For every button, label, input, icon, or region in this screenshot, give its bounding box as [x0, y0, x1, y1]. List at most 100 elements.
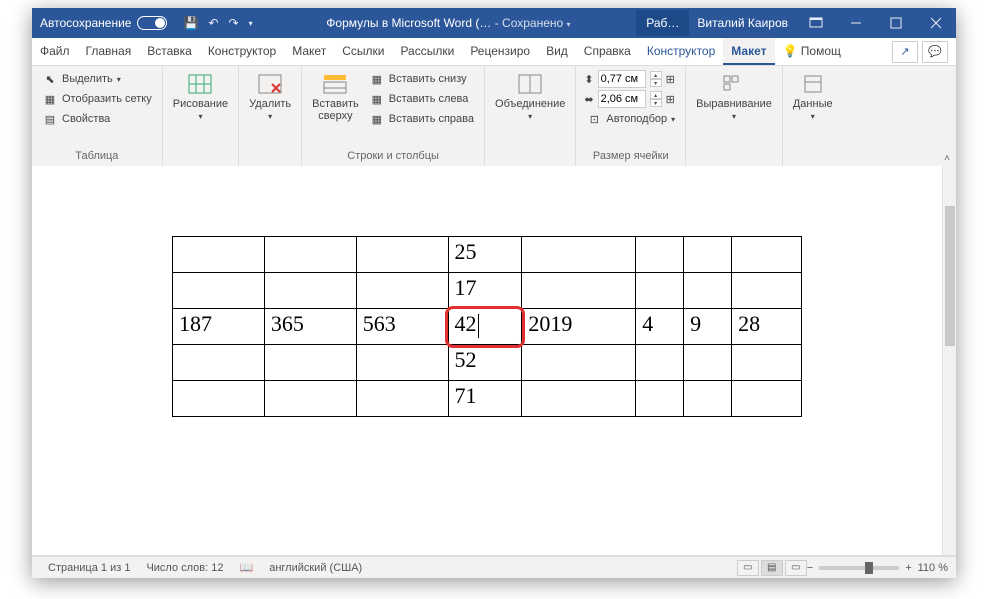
- tab-design[interactable]: Конструктор: [200, 38, 284, 65]
- table-cell[interactable]: [264, 381, 356, 417]
- autofit-button[interactable]: ⊡Автоподбор▾: [584, 110, 677, 128]
- save-icon[interactable]: 💾: [183, 16, 198, 30]
- zoom-slider[interactable]: [819, 566, 899, 570]
- delete-button[interactable]: Удалить▾: [247, 70, 293, 123]
- table-cell[interactable]: [684, 237, 732, 273]
- table-cell[interactable]: [356, 381, 448, 417]
- table-cell[interactable]: 365: [264, 309, 356, 345]
- table-cell[interactable]: [684, 381, 732, 417]
- tab-table-design[interactable]: Конструктор: [639, 38, 723, 65]
- properties-button[interactable]: ▤Свойства: [40, 110, 154, 128]
- table-cell[interactable]: 187: [173, 309, 265, 345]
- col-width-input[interactable]: [598, 90, 646, 108]
- table-cell[interactable]: [684, 273, 732, 309]
- merge-button[interactable]: Объединение▾: [493, 70, 567, 123]
- table-cell[interactable]: 563: [356, 309, 448, 345]
- data-button[interactable]: Данные▾: [791, 70, 835, 123]
- row-height-input[interactable]: [598, 70, 646, 88]
- comments-button[interactable]: 💬: [922, 41, 948, 63]
- table-cell[interactable]: 2019: [522, 309, 636, 345]
- insert-above-button[interactable]: Вставить сверху: [310, 70, 361, 124]
- tab-references[interactable]: Ссылки: [334, 38, 392, 65]
- table-cell[interactable]: [636, 237, 684, 273]
- table-cell[interactable]: [356, 237, 448, 273]
- autosave-toggle[interactable]: Автосохранение: [32, 16, 175, 30]
- table-cell[interactable]: 42: [448, 309, 522, 345]
- undo-icon[interactable]: ↶: [208, 16, 218, 30]
- title-dropdown-icon[interactable]: ▾: [567, 20, 571, 29]
- redo-icon[interactable]: ↷: [229, 16, 239, 30]
- table-cell[interactable]: [173, 345, 265, 381]
- minimize-button[interactable]: [836, 8, 876, 38]
- tab-insert[interactable]: Вставка: [139, 38, 200, 65]
- insert-left-button[interactable]: ▦Вставить слева: [367, 90, 476, 108]
- tab-table-layout[interactable]: Макет: [723, 38, 774, 65]
- table-cell[interactable]: [522, 237, 636, 273]
- distribute-cols-icon[interactable]: ⊞: [666, 93, 675, 106]
- table-cell[interactable]: [264, 237, 356, 273]
- tab-view[interactable]: Вид: [538, 38, 576, 65]
- workspace-tab[interactable]: Раб…: [636, 10, 689, 36]
- tab-tell-me[interactable]: 💡 Помощ: [775, 38, 849, 65]
- table-cell[interactable]: [522, 381, 636, 417]
- zoom-out-button[interactable]: −: [807, 562, 813, 574]
- document-table[interactable]: 251718736556342201949285271: [172, 236, 802, 417]
- table-cell[interactable]: [636, 273, 684, 309]
- table-cell[interactable]: [264, 273, 356, 309]
- table-cell[interactable]: [636, 381, 684, 417]
- print-layout-icon[interactable]: ▤: [761, 560, 783, 576]
- table-cell[interactable]: [522, 345, 636, 381]
- table-cell[interactable]: [684, 345, 732, 381]
- distribute-rows-icon[interactable]: ⊞: [666, 73, 675, 86]
- width-up[interactable]: ▴: [650, 91, 662, 99]
- vertical-scrollbar[interactable]: [942, 166, 956, 555]
- read-mode-icon[interactable]: ▭: [737, 560, 759, 576]
- zoom-in-button[interactable]: +: [905, 562, 911, 574]
- table-cell[interactable]: [732, 237, 802, 273]
- maximize-button[interactable]: [876, 8, 916, 38]
- spellcheck-icon[interactable]: 📖: [232, 561, 262, 574]
- tab-help[interactable]: Справка: [576, 38, 639, 65]
- qat-dropdown-icon[interactable]: ▾: [249, 19, 253, 28]
- close-button[interactable]: [916, 8, 956, 38]
- zoom-value[interactable]: 110 %: [918, 562, 948, 574]
- height-down[interactable]: ▾: [650, 79, 662, 87]
- tab-mailings[interactable]: Рассылки: [392, 38, 462, 65]
- view-gridlines-button[interactable]: ▦Отобразить сетку: [40, 90, 154, 108]
- table-cell[interactable]: 4: [636, 309, 684, 345]
- table-cell[interactable]: 25: [448, 237, 522, 273]
- table-cell[interactable]: [522, 273, 636, 309]
- alignment-button[interactable]: Выравнивание▾: [694, 70, 774, 123]
- table-cell[interactable]: 52: [448, 345, 522, 381]
- document-area[interactable]: 251718736556342201949285271: [32, 166, 956, 556]
- height-up[interactable]: ▴: [650, 71, 662, 79]
- table-cell[interactable]: [732, 273, 802, 309]
- draw-button[interactable]: Рисование▾: [171, 70, 230, 123]
- tab-review[interactable]: Рецензиро: [462, 38, 538, 65]
- table-cell[interactable]: [173, 273, 265, 309]
- table-cell[interactable]: [173, 381, 265, 417]
- width-down[interactable]: ▾: [650, 99, 662, 107]
- select-button[interactable]: ⬉Выделить▾: [40, 70, 154, 88]
- table-cell[interactable]: 9: [684, 309, 732, 345]
- table-cell[interactable]: 28: [732, 309, 802, 345]
- page-count[interactable]: Страница 1 из 1: [40, 562, 138, 574]
- ribbon-options-icon[interactable]: [796, 8, 836, 38]
- table-cell[interactable]: 17: [448, 273, 522, 309]
- insert-below-button[interactable]: ▦Вставить снизу: [367, 70, 476, 88]
- user-name[interactable]: Виталий Каиров: [689, 16, 796, 30]
- language[interactable]: английский (США): [261, 562, 370, 574]
- scrollbar-thumb[interactable]: [945, 206, 955, 346]
- word-count[interactable]: Число слов: 12: [138, 562, 231, 574]
- zoom-thumb[interactable]: [865, 562, 873, 574]
- tab-layout[interactable]: Макет: [284, 38, 334, 65]
- table-cell[interactable]: [173, 237, 265, 273]
- share-button[interactable]: ↗: [892, 41, 918, 63]
- toggle-switch[interactable]: [137, 16, 167, 30]
- table-cell[interactable]: [732, 381, 802, 417]
- web-layout-icon[interactable]: ▭: [785, 560, 807, 576]
- table-cell[interactable]: [264, 345, 356, 381]
- tab-file[interactable]: Файл: [32, 38, 78, 65]
- insert-right-button[interactable]: ▦Вставить справа: [367, 110, 476, 128]
- table-cell[interactable]: [732, 345, 802, 381]
